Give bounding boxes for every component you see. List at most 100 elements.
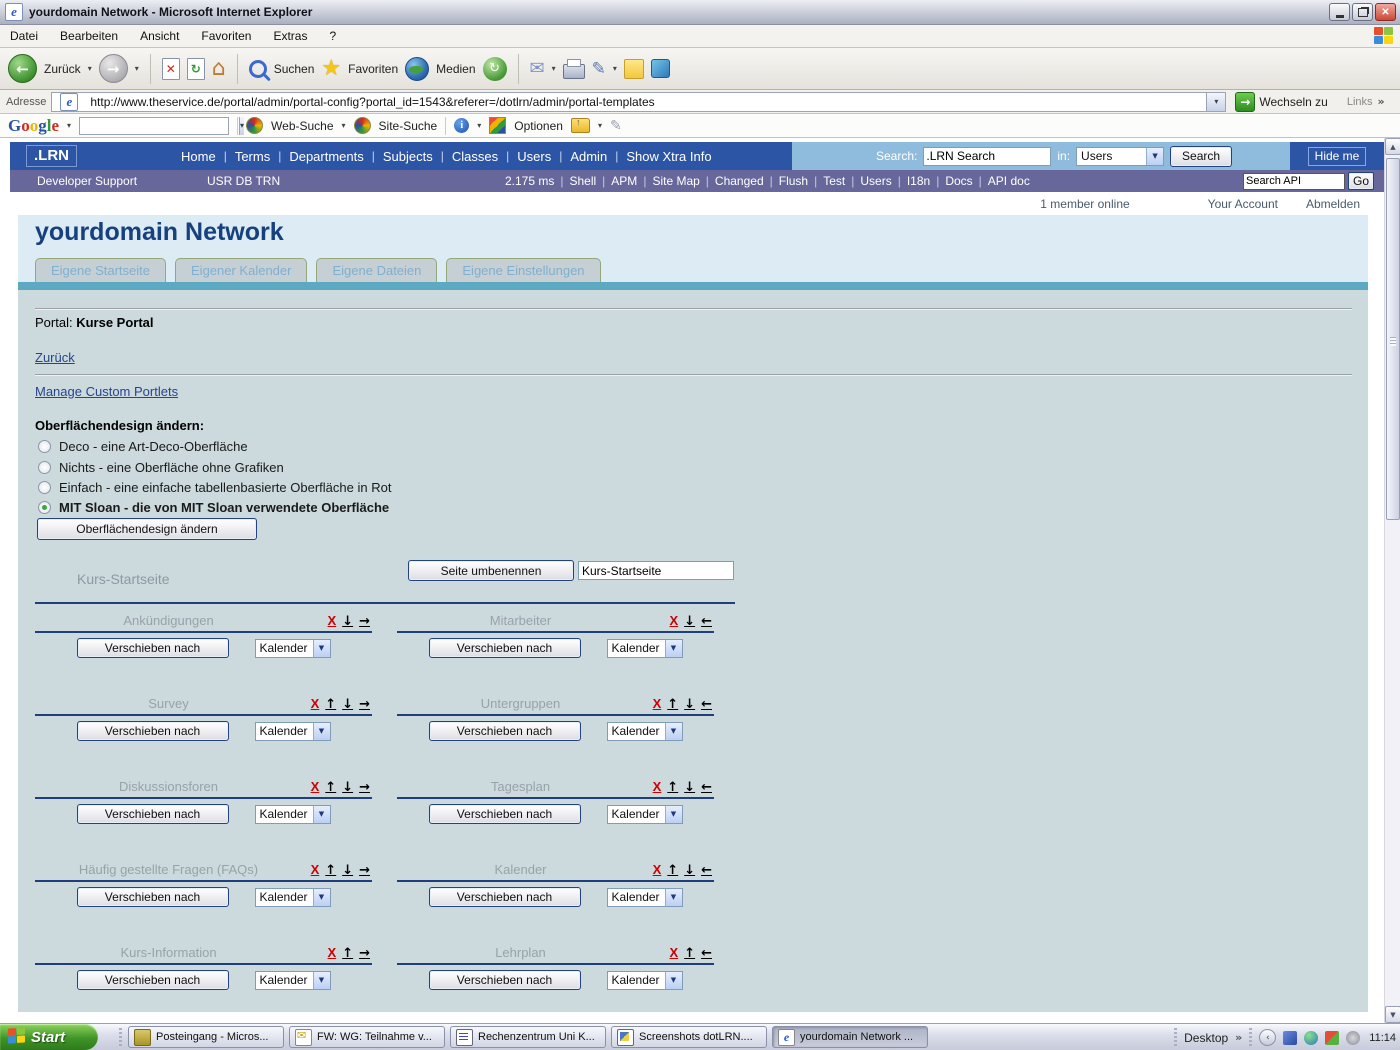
search-icon[interactable] — [249, 60, 267, 78]
dev-flags[interactable]: USR DB TRN — [207, 174, 280, 188]
hide-me-link[interactable]: Hide me — [1308, 147, 1367, 166]
move-target-select[interactable]: Kalender▼ — [607, 722, 683, 741]
tab-eigene-dateien[interactable]: Eigene Dateien — [316, 258, 437, 282]
google-search-input[interactable] — [80, 118, 239, 134]
dev-link-docs[interactable]: Docs — [945, 174, 972, 188]
folder-up-icon[interactable] — [571, 118, 590, 133]
nav-users[interactable]: Users — [517, 149, 551, 164]
dev-link-flush[interactable]: Flush — [779, 174, 808, 188]
home-icon[interactable]: ⌂ — [212, 59, 226, 79]
edit-dropdown-icon[interactable]: ▾ — [613, 64, 617, 73]
move-arrow-link[interactable]: ↓ — [684, 780, 695, 795]
page-info-dropdown-icon[interactable]: ▾ — [477, 121, 481, 130]
move-to-button[interactable]: Verschieben nach — [77, 721, 229, 741]
menu-extras[interactable]: Extras — [273, 29, 307, 43]
move-to-button[interactable]: Verschieben nach — [429, 638, 581, 658]
back-link[interactable]: Zurück — [35, 350, 75, 365]
rename-page-input[interactable] — [578, 561, 734, 580]
desktop-toolbar-label[interactable]: Desktop — [1184, 1031, 1228, 1045]
nav-subjects[interactable]: Subjects — [383, 149, 433, 164]
move-to-button[interactable]: Verschieben nach — [77, 970, 229, 990]
address-dropdown-icon[interactable]: ▾ — [1206, 93, 1225, 111]
move-to-button[interactable]: Verschieben nach — [429, 721, 581, 741]
web-search-label[interactable]: Web-Suche — [271, 119, 333, 133]
move-arrow-link[interactable]: ↓ — [342, 697, 353, 712]
tray-messenger-icon[interactable] — [1283, 1031, 1297, 1045]
move-arrow-link[interactable]: ↑ — [667, 780, 678, 795]
delete-portlet-link[interactable]: X — [311, 696, 320, 711]
vertical-scrollbar[interactable]: ▲ ▼ — [1384, 138, 1400, 1023]
web-search-dropdown-icon[interactable]: ▾ — [342, 121, 346, 130]
radio-nichts[interactable] — [38, 461, 51, 474]
back-dropdown-icon[interactable]: ▾ — [88, 64, 92, 73]
move-to-button[interactable]: Verschieben nach — [77, 887, 229, 907]
dev-link-changed[interactable]: Changed — [715, 174, 764, 188]
move-arrow-link[interactable]: ↑ — [325, 697, 336, 712]
tray-app-icon[interactable] — [1325, 1031, 1339, 1045]
delete-portlet-link[interactable]: X — [328, 613, 337, 628]
move-arrow-link[interactable]: ← — [701, 614, 712, 629]
move-arrow-link[interactable]: ↓ — [684, 697, 695, 712]
move-to-button[interactable]: Verschieben nach — [77, 638, 229, 658]
move-arrow-link[interactable]: ↑ — [667, 697, 678, 712]
address-field[interactable]: e ▾ — [51, 92, 1226, 112]
move-arrow-link[interactable]: ↓ — [342, 863, 353, 878]
task-rechenzentrum[interactable]: Rechenzentrum Uni K... — [450, 1026, 606, 1048]
favorites-button-label[interactable]: Favoriten — [348, 62, 398, 76]
task-mail-message[interactable]: FW: WG: Teilnahme v... — [289, 1026, 445, 1048]
delete-portlet-link[interactable]: X — [311, 779, 320, 794]
move-target-select[interactable]: Kalender▼ — [255, 805, 331, 824]
move-target-select[interactable]: Kalender▼ — [255, 971, 331, 990]
forward-icon[interactable]: → — [99, 54, 128, 83]
dev-link-site-map[interactable]: Site Map — [652, 174, 699, 188]
move-target-select[interactable]: Kalender▼ — [255, 888, 331, 907]
delete-portlet-link[interactable]: X — [311, 862, 320, 877]
google-logo[interactable]: Google — [8, 116, 59, 136]
tab-eigener-kalender[interactable]: Eigener Kalender — [175, 258, 307, 282]
edit-icon[interactable]: ✎ — [592, 59, 606, 79]
delete-portlet-link[interactable]: X — [670, 613, 679, 628]
options-icon[interactable] — [489, 117, 506, 134]
developer-support-label[interactable]: Developer Support — [37, 174, 137, 188]
task-screenshots[interactable]: Screenshots dotLRN.... — [611, 1026, 767, 1048]
move-arrow-link[interactable]: ↑ — [684, 946, 695, 961]
close-button[interactable]: ✕ — [1375, 3, 1396, 21]
forward-dropdown-icon[interactable]: ▾ — [135, 64, 139, 73]
delete-portlet-link[interactable]: X — [653, 779, 662, 794]
google-logo-dropdown-icon[interactable]: ▾ — [67, 121, 71, 130]
move-arrow-link[interactable]: ← — [701, 697, 712, 712]
delete-portlet-link[interactable]: X — [670, 945, 679, 960]
nav-terms[interactable]: Terms — [235, 149, 270, 164]
nav-show-xtra-info[interactable]: Show Xtra Info — [626, 149, 711, 164]
back-icon[interactable]: ← — [8, 54, 37, 83]
menu-help[interactable]: ? — [329, 29, 336, 43]
logout-link[interactable]: Abmelden — [1306, 197, 1360, 211]
menu-bearbeiten[interactable]: Bearbeiten — [60, 29, 118, 43]
nav-admin[interactable]: Admin — [570, 149, 607, 164]
move-target-select[interactable]: Kalender▼ — [607, 805, 683, 824]
menu-datei[interactable]: Datei — [10, 29, 38, 43]
move-target-select[interactable]: Kalender▼ — [607, 888, 683, 907]
move-arrow-link[interactable]: ↓ — [342, 614, 353, 629]
site-search-icon[interactable] — [354, 117, 371, 134]
dev-link-shell[interactable]: Shell — [569, 174, 596, 188]
rename-page-button[interactable]: Seite umbenennen — [408, 560, 574, 581]
move-to-button[interactable]: Verschieben nach — [429, 887, 581, 907]
move-arrow-link[interactable]: → — [359, 697, 370, 712]
dev-link-i18n[interactable]: I18n — [907, 174, 930, 188]
page-info-icon[interactable]: i — [454, 118, 469, 133]
move-arrow-link[interactable]: ↓ — [684, 614, 695, 629]
move-arrow-link[interactable]: ← — [701, 946, 712, 961]
print-icon[interactable] — [563, 64, 585, 79]
dev-link-users[interactable]: Users — [860, 174, 891, 188]
history-icon[interactable]: ↻ — [483, 57, 507, 81]
minimize-button[interactable] — [1329, 3, 1350, 21]
media-button-label[interactable]: Medien — [436, 62, 475, 76]
api-search-go-button[interactable]: Go — [1348, 172, 1374, 190]
menu-favoriten[interactable]: Favoriten — [201, 29, 251, 43]
move-to-button[interactable]: Verschieben nach — [77, 804, 229, 824]
lrn-search-button[interactable]: Search — [1170, 146, 1232, 167]
move-target-select[interactable]: Kalender▼ — [255, 639, 331, 658]
media-globe-icon[interactable] — [405, 57, 429, 81]
move-target-select[interactable]: Kalender▼ — [607, 639, 683, 658]
